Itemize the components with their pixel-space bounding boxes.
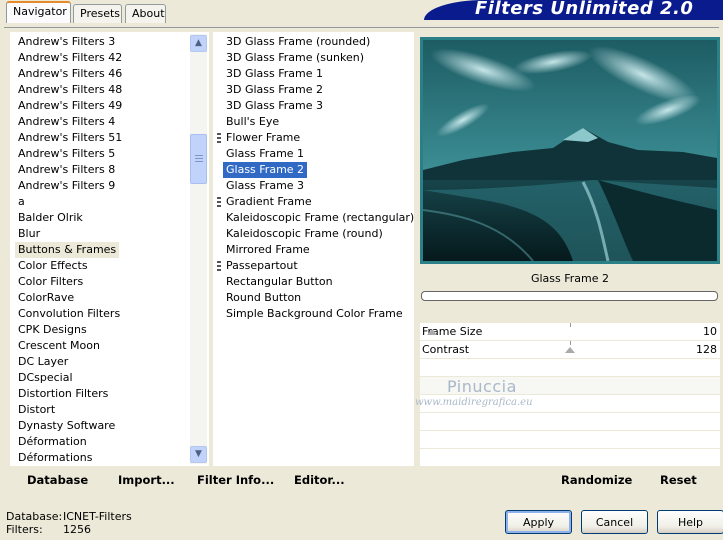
filter-item[interactable]: Round Button bbox=[226, 290, 301, 306]
filter-item[interactable]: 3D Glass Frame 2 bbox=[226, 82, 323, 98]
progress-bar bbox=[421, 291, 718, 301]
status-filters-label: Filters: bbox=[6, 523, 43, 536]
tab-presets[interactable]: Presets bbox=[73, 4, 122, 23]
category-item[interactable]: DCspecial bbox=[18, 370, 73, 386]
tab-navigator[interactable]: Navigator bbox=[6, 1, 71, 23]
category-item[interactable]: Andrew's Filters 46 bbox=[18, 66, 122, 82]
filter-item[interactable]: Glass Frame 3 bbox=[226, 178, 304, 194]
filter-item[interactable]: Glass Frame 1 bbox=[226, 146, 304, 162]
filter-item[interactable]: Bull's Eye bbox=[226, 114, 279, 130]
category-item[interactable]: DC Layer bbox=[18, 354, 68, 370]
status-filters: Filters: 1256 bbox=[6, 523, 91, 536]
watermark-title: Pinuccia bbox=[447, 377, 517, 396]
param-row[interactable]: Contrast 128 bbox=[420, 341, 720, 359]
import-button[interactable]: Import... bbox=[118, 473, 175, 487]
param-label: Contrast bbox=[422, 343, 470, 356]
category-item[interactable]: Distort bbox=[18, 402, 55, 418]
category-list[interactable]: Andrew's Filters 3 Andrew's Filters 42 And… bbox=[10, 32, 209, 466]
preview-image-frame bbox=[420, 37, 720, 264]
param-slider-knob[interactable] bbox=[565, 347, 575, 353]
category-item[interactable]: Color Effects bbox=[18, 258, 88, 274]
category-item[interactable]: ColorRave bbox=[18, 290, 74, 306]
selected-filter-title: Glass Frame 2 bbox=[530, 272, 610, 285]
filter-item[interactable]: Gradient Frame bbox=[226, 194, 312, 210]
scroll-down-arrow-icon[interactable]: ▼ bbox=[190, 446, 207, 463]
app-title: Filters Unlimited 2.0 bbox=[475, 0, 694, 19]
right-button-bar: Randomize Reset bbox=[420, 466, 720, 492]
scroll-thumb[interactable] bbox=[190, 134, 207, 184]
filter-item[interactable]: Kaleidoscopic Frame (round) bbox=[226, 226, 383, 242]
param-value: 10 bbox=[703, 325, 717, 338]
category-item[interactable]: Andrew's Filters 49 bbox=[18, 98, 122, 114]
param-row-empty bbox=[420, 449, 720, 467]
filter-item[interactable]: Flower Frame bbox=[226, 130, 300, 146]
left-button-bar: Database Import... Filter Info... Editor… bbox=[10, 466, 414, 492]
param-row-empty bbox=[420, 413, 720, 431]
tab-strip-divider bbox=[4, 27, 719, 28]
category-item[interactable]: Déformations bbox=[18, 450, 92, 466]
param-row-empty bbox=[420, 431, 720, 449]
category-item[interactable]: Crescent Moon bbox=[18, 338, 100, 354]
category-item[interactable]: Distortion Filters bbox=[18, 386, 108, 402]
filter-info-button[interactable]: Filter Info... bbox=[197, 473, 274, 487]
watermark-url: www.maidiregrafica.eu bbox=[415, 397, 533, 408]
cancel-button[interactable]: Cancel bbox=[581, 510, 648, 534]
category-item[interactable]: Convolution Filters bbox=[18, 306, 120, 322]
preview-image bbox=[423, 40, 717, 261]
filter-item[interactable]: Glass Frame 2 bbox=[223, 162, 308, 178]
filter-item[interactable]: 3D Glass Frame 3 bbox=[226, 98, 323, 114]
category-item[interactable]: Andrew's Filters 42 bbox=[18, 50, 122, 66]
category-item[interactable]: Dynasty Software bbox=[18, 418, 115, 434]
param-row-empty bbox=[420, 359, 720, 377]
filter-item[interactable]: Rectangular Button bbox=[226, 274, 333, 290]
status-database-label: Database: bbox=[6, 510, 63, 523]
tab-about[interactable]: About bbox=[125, 4, 166, 23]
param-slider-knob[interactable] bbox=[427, 329, 437, 335]
category-item[interactable]: Balder Olrik bbox=[18, 210, 83, 226]
category-item[interactable]: Buttons & Frames bbox=[15, 242, 120, 258]
category-item[interactable]: Andrew's Filters 9 bbox=[18, 178, 115, 194]
filter-item[interactable]: 3D Glass Frame 1 bbox=[226, 66, 323, 82]
filter-item[interactable]: 3D Glass Frame (sunken) bbox=[226, 50, 364, 66]
submenu-marker-icon bbox=[217, 197, 221, 207]
status-database: Database: ICNET-Filters bbox=[6, 510, 132, 523]
category-item[interactable]: a bbox=[18, 194, 25, 210]
category-item[interactable]: Andrew's Filters 4 bbox=[18, 114, 115, 130]
filter-item[interactable]: Simple Background Color Frame bbox=[226, 306, 403, 322]
grip-icon bbox=[195, 155, 203, 164]
param-value: 128 bbox=[696, 343, 717, 356]
reset-button[interactable]: Reset bbox=[660, 473, 697, 487]
category-item[interactable]: Blur bbox=[18, 226, 40, 242]
help-button[interactable]: Help bbox=[657, 510, 723, 534]
param-row[interactable]: Frame Size 10 bbox=[420, 323, 720, 341]
category-item[interactable]: Andrew's Filters 5 bbox=[18, 146, 115, 162]
category-item[interactable]: CPK Designs bbox=[18, 322, 87, 338]
param-center-tick bbox=[570, 323, 571, 327]
status-database-value: ICNET-Filters bbox=[63, 510, 132, 523]
filter-item[interactable]: Passepartout bbox=[226, 258, 298, 274]
category-item[interactable]: Déformation bbox=[18, 434, 87, 450]
database-button[interactable]: Database bbox=[27, 473, 88, 487]
category-item[interactable]: Andrew's Filters 48 bbox=[18, 82, 122, 98]
status-filters-value: 1256 bbox=[63, 523, 91, 536]
category-item[interactable]: Andrew's Filters 3 bbox=[18, 34, 115, 50]
randomize-button[interactable]: Randomize bbox=[561, 473, 632, 487]
param-center-tick bbox=[570, 341, 571, 345]
filter-item[interactable]: Mirrored Frame bbox=[226, 242, 310, 258]
category-scrollbar[interactable]: ▲ ▼ bbox=[190, 34, 207, 464]
filter-list[interactable]: 3D Glass Frame (rounded) 3D Glass Frame (… bbox=[213, 32, 414, 466]
category-item[interactable]: Color Filters bbox=[18, 274, 83, 290]
editor-button[interactable]: Editor... bbox=[294, 473, 345, 487]
scroll-up-arrow-icon[interactable]: ▲ bbox=[190, 35, 207, 52]
filter-item[interactable]: 3D Glass Frame (rounded) bbox=[226, 34, 370, 50]
category-item[interactable]: Andrew's Filters 51 bbox=[18, 130, 122, 146]
apply-button[interactable]: Apply bbox=[505, 510, 572, 534]
submenu-marker-icon bbox=[217, 261, 221, 271]
submenu-marker-icon bbox=[217, 133, 221, 143]
filter-item[interactable]: Kaleidoscopic Frame (rectangular) bbox=[226, 210, 414, 226]
category-item[interactable]: Andrew's Filters 8 bbox=[18, 162, 115, 178]
